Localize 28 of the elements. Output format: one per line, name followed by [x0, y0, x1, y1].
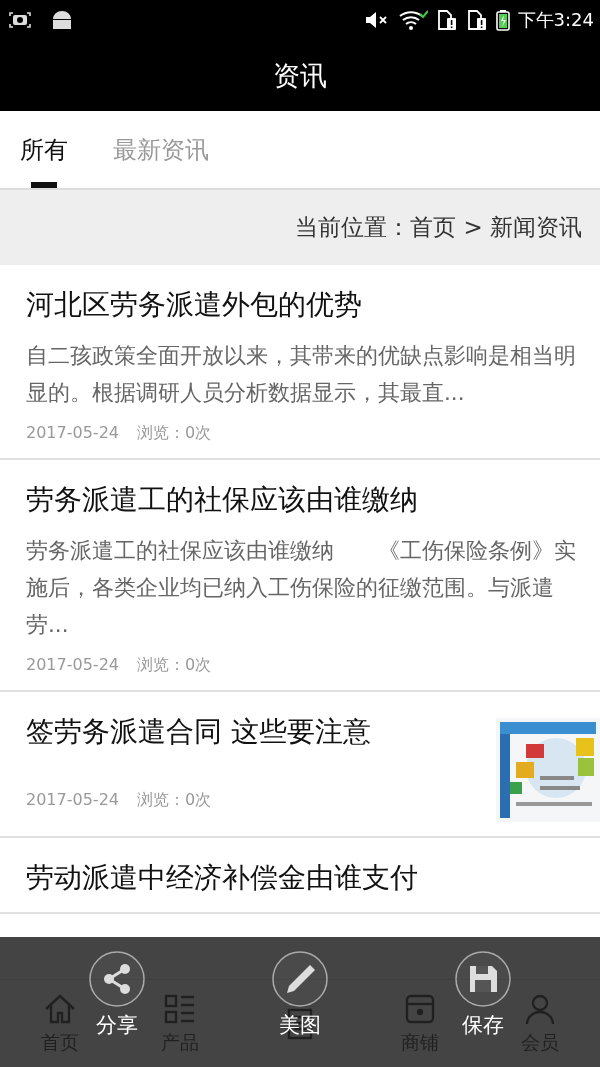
view-count: 浏览：0次 [137, 790, 212, 811]
save-icon [455, 951, 511, 1007]
sim-card-icon [465, 9, 488, 31]
view-count: 浏览：0次 [137, 423, 212, 444]
action-button[interactable]: 保存 [455, 937, 511, 1067]
camera-icon [8, 10, 32, 30]
muted-speaker-icon [363, 10, 390, 30]
article-date: 2017-05-24 [26, 655, 119, 676]
tab[interactable]: 所有 [20, 111, 68, 188]
article-title[interactable]: 劳动派遣中经济补偿金由谁支付 [26, 858, 580, 898]
article-summary: 自二孩政策全面开放以来，其带来的优缺点影响是相当明显的。根据调研人员分析数据显示，其最直... [26, 342, 577, 407]
battery-charging-icon [495, 9, 510, 31]
action-button[interactable]: 分享 [89, 937, 145, 1067]
share-icon [89, 951, 145, 1007]
pencil-icon [272, 951, 328, 1007]
page-title: 资讯 [273, 58, 327, 93]
clock-time: 下午3:24 [517, 8, 594, 32]
view-count: 浏览：0次 [137, 655, 212, 676]
article-date: 2017-05-24 [26, 423, 119, 444]
article-date: 2017-05-24 [26, 790, 119, 811]
wifi-icon [397, 9, 428, 31]
article-title[interactable]: 签劳务派遣合同 这些要注意 [26, 712, 486, 752]
action-button[interactable]: 美图 [272, 937, 328, 1067]
sim-card-icon [435, 9, 458, 31]
article-summary: 劳务派遣工的社保应该由谁缴纳 《工伤保险条例》实施后，各类企业均已纳入工伤保险的征缴范围。与派遣劳... [26, 537, 577, 639]
article-title[interactable]: 河北区劳务派遣外包的优势 [26, 285, 580, 325]
article-title[interactable]: 劳务派遣工的社保应该由谁缴纳 [26, 480, 580, 520]
breadcrumb: 当前位置：首页 > 新闻资讯 [295, 213, 582, 242]
